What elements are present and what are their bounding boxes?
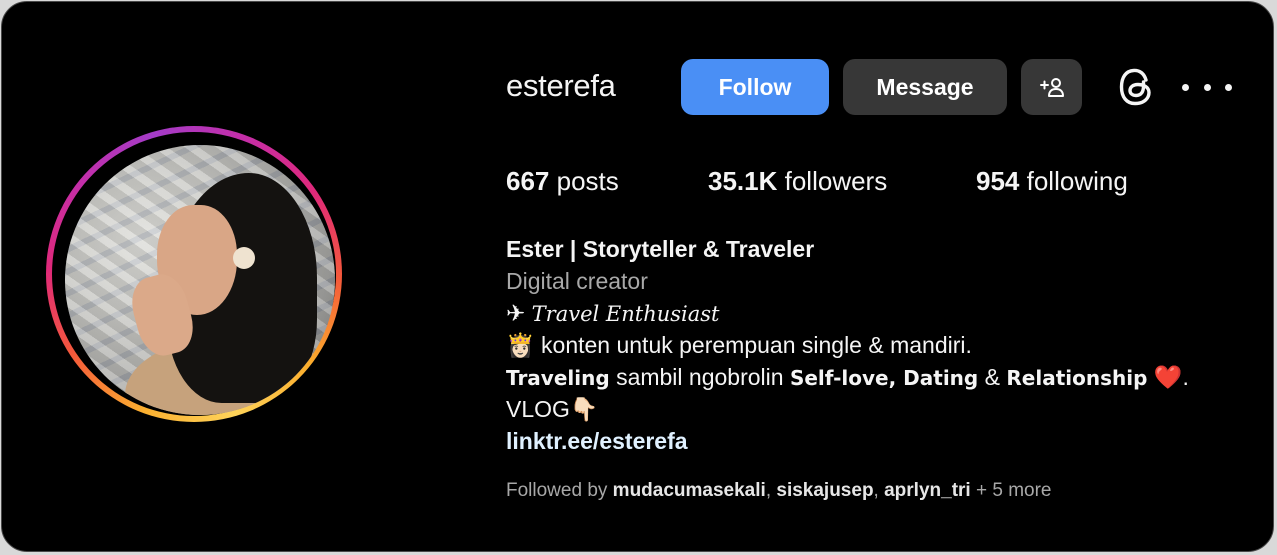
username: esterefa bbox=[506, 68, 616, 103]
bio-line-travel: ✈ Travel Enthusiast bbox=[506, 297, 720, 330]
follower-user-1: mudacumasekali bbox=[612, 480, 766, 501]
heart-icon: ❤️ bbox=[1153, 364, 1183, 390]
follower-sep-1: , bbox=[765, 480, 772, 501]
posts-number: 667 bbox=[506, 166, 550, 196]
bio-travel-text: Travel Enthusiast bbox=[531, 302, 720, 326]
airplane-icon: ✈ bbox=[506, 300, 526, 326]
followed-by-more: + 5 more bbox=[975, 480, 1052, 501]
follower-user-3: aprlyn_tri bbox=[884, 480, 971, 501]
follower-sep-2: , bbox=[873, 480, 879, 501]
bio-line-content: 👸🏻 konten untuk perempuan single & mandi… bbox=[506, 329, 972, 361]
follow-button[interactable]: Follow bbox=[681, 59, 829, 115]
posts-label: posts bbox=[556, 166, 619, 196]
bio-bold-traveling: Traveling bbox=[506, 366, 610, 390]
bio-link[interactable]: linktr.ee/esterefa bbox=[506, 425, 688, 457]
more-dot bbox=[1225, 83, 1232, 91]
bio-name: Ester | Storyteller & Traveler bbox=[506, 236, 815, 262]
more-dot bbox=[1182, 83, 1189, 91]
bio-vlog-text: VLOG bbox=[506, 396, 570, 422]
message-button[interactable]: Message bbox=[843, 59, 1007, 115]
followers-count[interactable]: 35.1K followers bbox=[708, 166, 887, 197]
more-options-icon[interactable] bbox=[1182, 70, 1232, 104]
suggest-accounts-button[interactable] bbox=[1021, 59, 1082, 115]
following-label: following bbox=[1026, 166, 1128, 196]
profile-header: esterefa Follow Message 667 posts 35.1K … bbox=[1, 1, 1274, 552]
princess-emoji-icon: 👸🏻 bbox=[506, 332, 535, 358]
following-number: 954 bbox=[976, 166, 1020, 196]
bio-period: . bbox=[1182, 364, 1189, 390]
avatar-earring bbox=[233, 247, 255, 269]
followers-number: 35.1K bbox=[708, 166, 778, 196]
followers-label: followers bbox=[784, 166, 888, 196]
story-ring-avatar[interactable] bbox=[46, 126, 342, 422]
avatar-wrapper bbox=[52, 132, 336, 416]
bio-topics-text: sambil ngobrolin bbox=[616, 364, 784, 390]
add-person-icon bbox=[1039, 78, 1064, 97]
bio-line-vlog: VLOG👇🏻 bbox=[506, 393, 599, 425]
bio-content-text: konten untuk perempuan single & mandiri. bbox=[541, 332, 972, 358]
bio-line-topics: Traveling sambil ngobrolin Self-love, Da… bbox=[506, 361, 1189, 394]
bio-bold-relationship: Relationship bbox=[1006, 366, 1148, 390]
bio-ampersand: & bbox=[984, 364, 1000, 390]
bio-category: Digital creator bbox=[506, 268, 648, 294]
posts-count: 667 posts bbox=[506, 166, 619, 197]
more-dot bbox=[1203, 83, 1211, 91]
following-count[interactable]: 954 following bbox=[976, 166, 1128, 197]
followed-by[interactable]: Followed by mudacumasekali, siskajusep, … bbox=[506, 480, 1052, 502]
pointing-down-icon: 👇🏻 bbox=[569, 396, 599, 422]
follower-user-2: siskajusep bbox=[776, 480, 874, 501]
bio-bold-selflove: Self-love, Dating bbox=[789, 366, 979, 390]
avatar[interactable] bbox=[65, 145, 335, 415]
followed-by-prefix: Followed by bbox=[506, 480, 608, 501]
threads-icon[interactable] bbox=[1115, 65, 1159, 109]
